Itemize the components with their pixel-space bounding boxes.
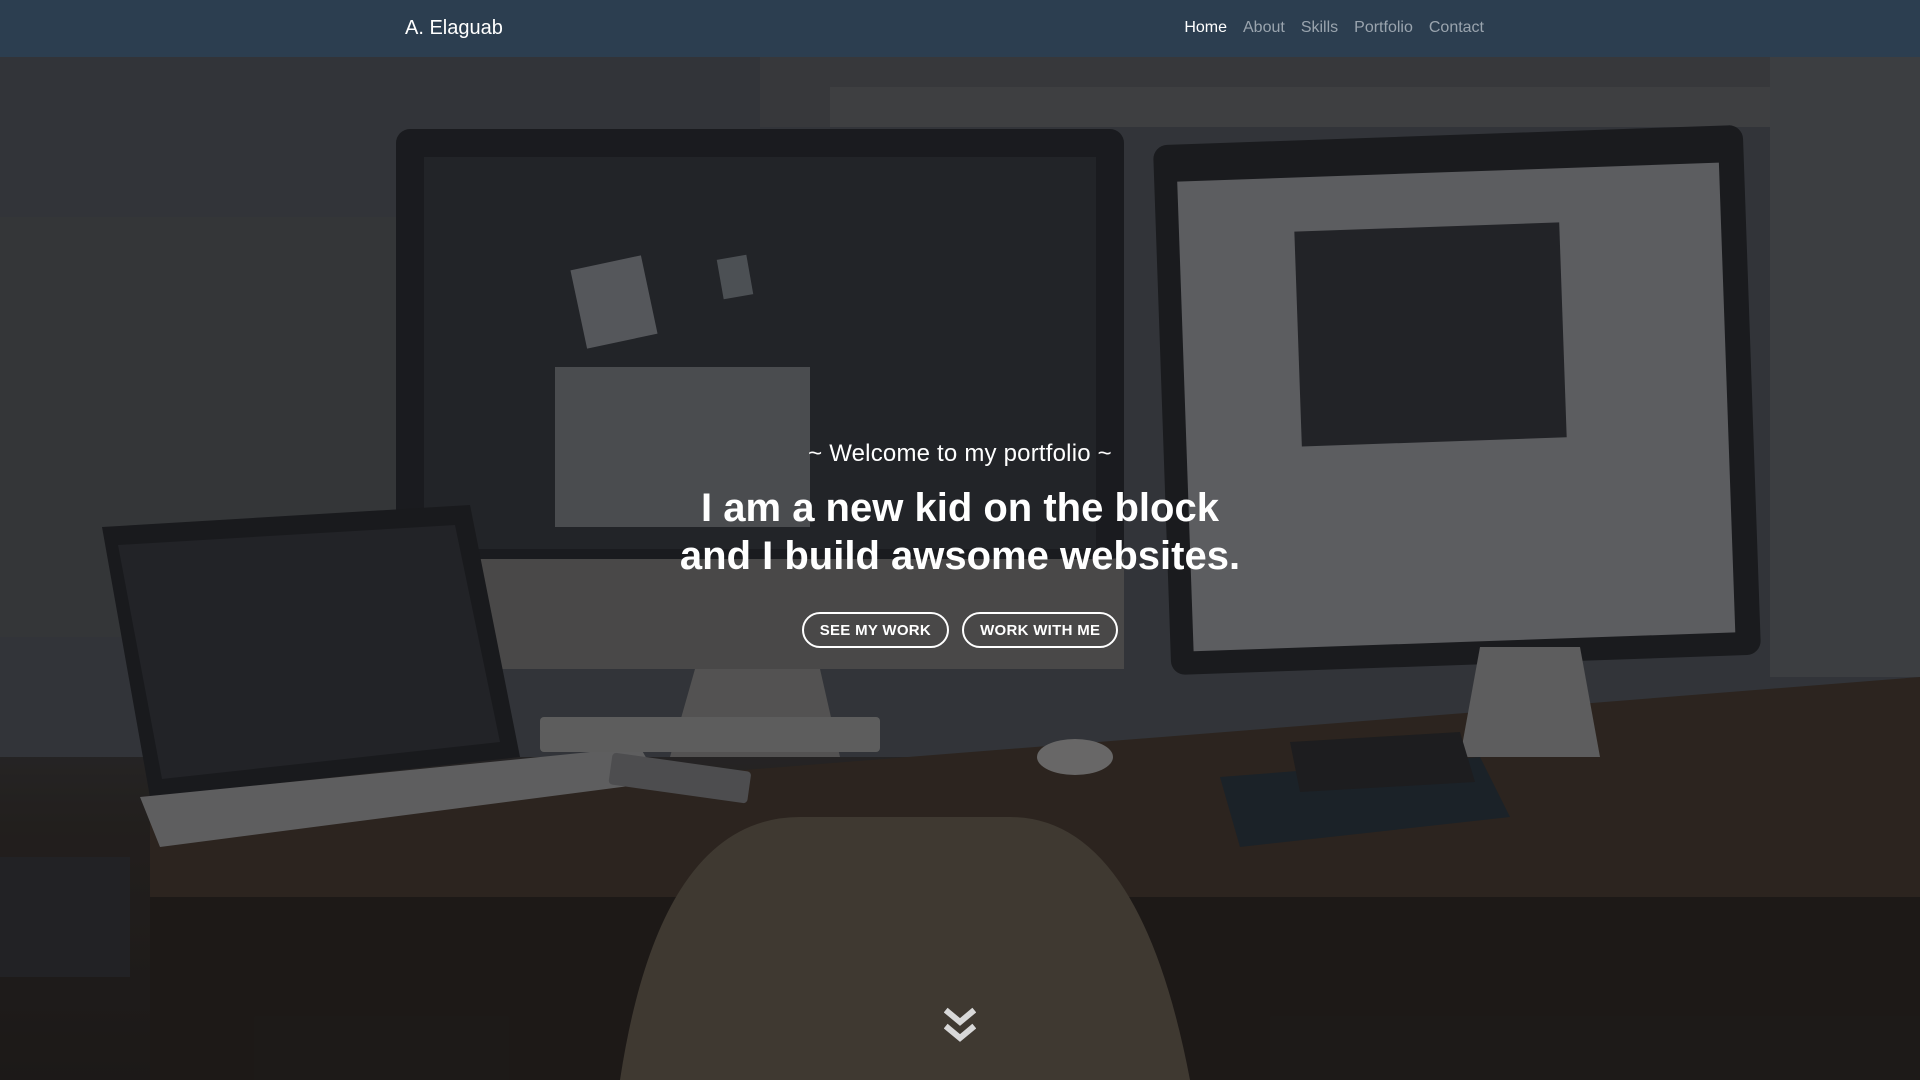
top-navbar: A. Elaguab Home About Skills Portfolio C… — [0, 0, 1920, 57]
hero-content: ~ Welcome to my portfolio ~ I am a new k… — [0, 440, 1920, 648]
hero-section: ~ Welcome to my portfolio ~ I am a new k… — [0, 57, 1920, 1080]
brand-logo-text[interactable]: A. Elaguab — [405, 17, 503, 40]
nav-link-home[interactable]: Home — [1184, 19, 1227, 37]
nav-link-about[interactable]: About — [1243, 19, 1285, 37]
hero-buttons: SEE MY WORK WORK WITH ME — [0, 612, 1920, 648]
nav-link-contact[interactable]: Contact — [1429, 19, 1484, 37]
hero-headline-line-1: I am a new kid on the block — [701, 486, 1219, 530]
hero-headline: I am a new kid on the block and I build … — [0, 484, 1920, 580]
double-chevron-down-icon[interactable] — [944, 1007, 976, 1047]
see-my-work-button[interactable]: SEE MY WORK — [801, 612, 950, 648]
nav-link-portfolio[interactable]: Portfolio — [1354, 19, 1413, 37]
nav-link-skills[interactable]: Skills — [1301, 19, 1338, 37]
hero-subtitle: ~ Welcome to my portfolio ~ — [808, 440, 1112, 467]
hero-headline-line-2: and I build awsome websites. — [679, 534, 1241, 578]
nav-menu: Home About Skills Portfolio Contact — [1184, 19, 1484, 37]
work-with-me-button[interactable]: WORK WITH ME — [962, 612, 1119, 648]
